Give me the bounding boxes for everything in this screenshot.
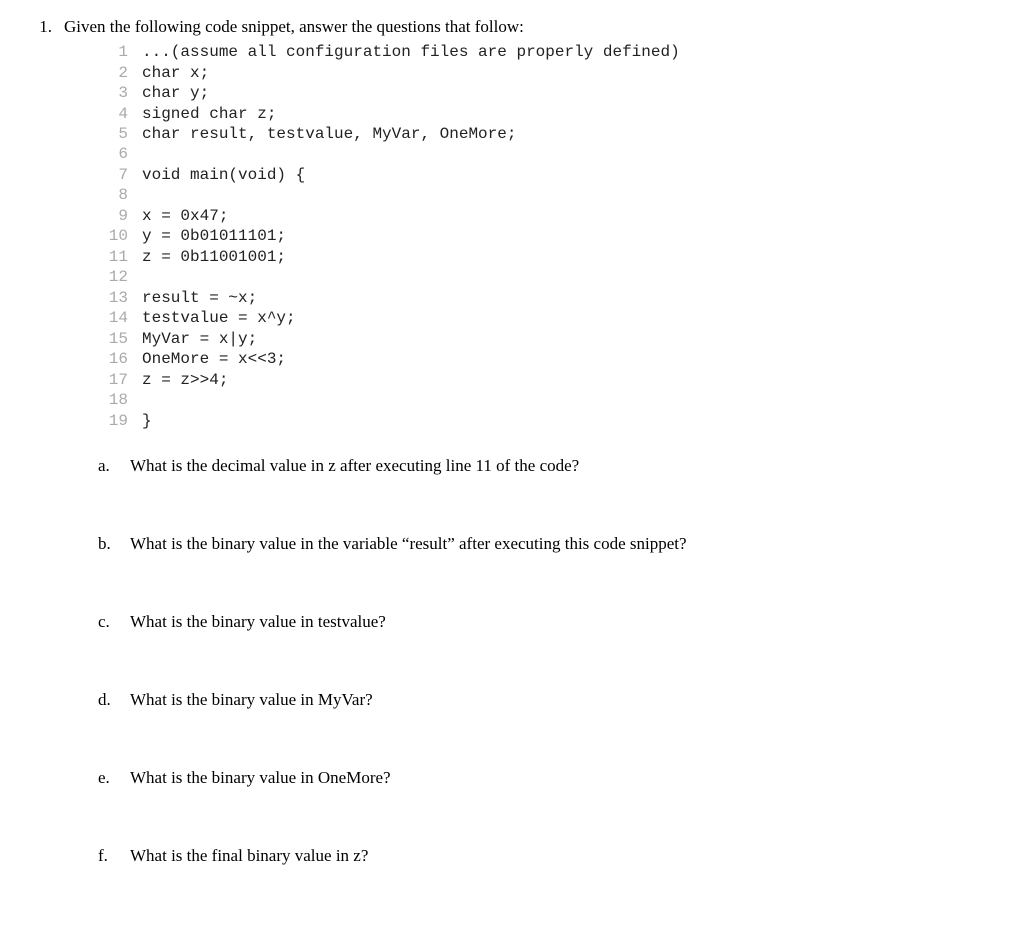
subquestion: c. What is the binary value in testvalue? [98,611,1000,633]
line-number: 15 [98,329,142,349]
code-text: OneMore = x<<3; [142,349,286,369]
subquestion-letter: e. [98,767,116,789]
line-number: 8 [98,185,142,205]
code-line: 8 [98,185,1000,205]
code-line: 10y = 0b01011101; [98,226,1000,246]
subquestion-text: What is the binary value in testvalue? [130,611,386,633]
code-line: 17z = z>>4; [98,370,1000,390]
code-text: z = 0b11001001; [142,247,286,267]
code-line: 12 [98,267,1000,287]
code-line: 4signed char z; [98,104,1000,124]
subquestion-text: What is the binary value in the variable… [130,533,687,555]
code-line: 18 [98,390,1000,410]
code-line: 14testvalue = x^y; [98,308,1000,328]
question-prompt: Given the following code snippet, answer… [64,16,524,38]
line-number: 16 [98,349,142,369]
code-text: char y; [142,83,209,103]
code-line: 13result = ~x; [98,288,1000,308]
line-number: 17 [98,370,142,390]
code-text: char x; [142,63,209,83]
code-text: x = 0x47; [142,206,228,226]
subquestion-text: What is the binary value in OneMore? [130,767,391,789]
line-number: 1 [98,42,142,62]
line-number: 3 [98,83,142,103]
code-snippet: 1...(assume all configuration files are … [98,42,1000,431]
subquestion-text: What is the final binary value in z? [130,845,368,867]
code-line: 15MyVar = x|y; [98,329,1000,349]
line-number: 11 [98,247,142,267]
line-number: 12 [98,267,142,287]
subquestion-text: What is the binary value in MyVar? [130,689,373,711]
code-line: 7void main(void) { [98,165,1000,185]
subquestion-list: a. What is the decimal value in z after e… [98,455,1000,868]
code-line: 16OneMore = x<<3; [98,349,1000,369]
code-text: result = ~x; [142,288,257,308]
subquestion-letter: a. [98,455,116,477]
code-text: MyVar = x|y; [142,329,257,349]
subquestion: a. What is the decimal value in z after e… [98,455,1000,477]
subquestion: d. What is the binary value in MyVar? [98,689,1000,711]
line-number: 19 [98,411,142,431]
subquestion-letter: b. [98,533,116,555]
line-number: 18 [98,390,142,410]
question-header: 1. Given the following code snippet, ans… [24,16,1000,38]
code-line: 9x = 0x47; [98,206,1000,226]
code-line: 2char x; [98,63,1000,83]
line-number: 7 [98,165,142,185]
code-text: } [142,411,152,431]
code-line: 11z = 0b11001001; [98,247,1000,267]
subquestion-text: What is the decimal value in z after exe… [130,455,579,477]
subquestion: b. What is the binary value in the variab… [98,533,1000,555]
code-text: y = 0b01011101; [142,226,286,246]
line-number: 14 [98,308,142,328]
code-text: void main(void) { [142,165,305,185]
line-number: 2 [98,63,142,83]
code-text: testvalue = x^y; [142,308,296,328]
code-text: ...(assume all configuration files are p… [142,42,680,62]
subquestion-letter: d. [98,689,116,711]
line-number: 10 [98,226,142,246]
line-number: 13 [98,288,142,308]
subquestion: e. What is the binary value in OneMore? [98,767,1000,789]
code-text: char result, testvalue, MyVar, OneMore; [142,124,516,144]
code-text: z = z>>4; [142,370,228,390]
subquestion: f. What is the final binary value in z? [98,845,1000,867]
question-number: 1. [24,16,52,38]
line-number: 6 [98,144,142,164]
code-line: 19} [98,411,1000,431]
subquestion-letter: f. [98,845,116,867]
code-line: 1...(assume all configuration files are … [98,42,1000,62]
line-number: 9 [98,206,142,226]
code-line: 3char y; [98,83,1000,103]
code-line: 5char result, testvalue, MyVar, OneMore; [98,124,1000,144]
line-number: 5 [98,124,142,144]
code-line: 6 [98,144,1000,164]
subquestion-letter: c. [98,611,116,633]
line-number: 4 [98,104,142,124]
code-text: signed char z; [142,104,276,124]
